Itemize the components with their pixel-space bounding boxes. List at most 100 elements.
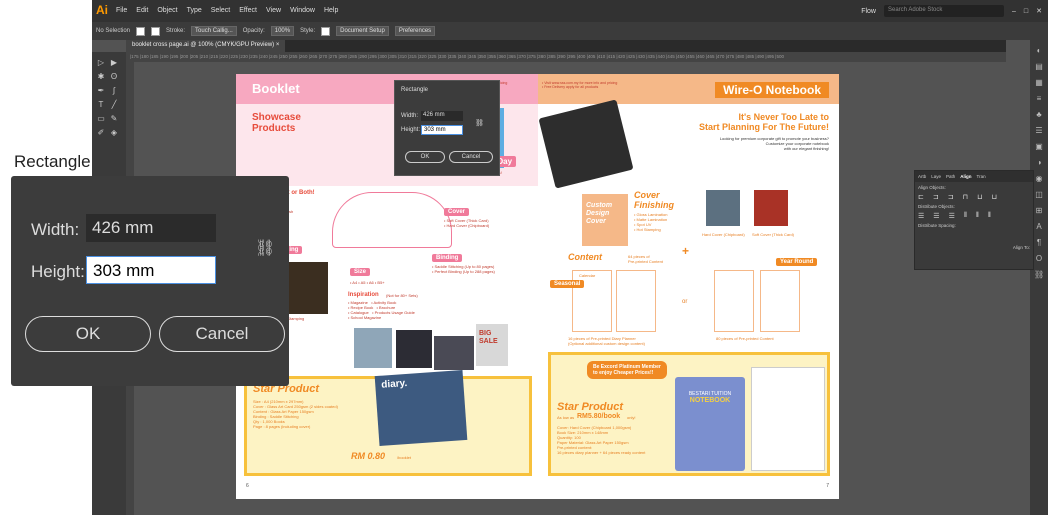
appearance-icon[interactable]: ◉ — [1034, 174, 1044, 184]
curvature-tool-icon[interactable]: ∫ — [109, 86, 119, 96]
align-left-icon[interactable]: ⊏ — [918, 193, 924, 201]
zoom-height-input[interactable]: 303 mm — [86, 256, 216, 284]
align-top-icon[interactable]: ⊓ — [963, 193, 968, 201]
document-tab[interactable]: booklet cross page.ai @ 100% (CMYK/GPU P… — [126, 40, 286, 52]
never-late-text: It's Never Too Late to — [738, 112, 830, 122]
size-label: Size — [350, 268, 371, 276]
search-stock-input[interactable]: Search Adobe Stock — [883, 5, 1004, 17]
left-star-spec: Size : A4 (210mm x 297mm) Cover : Glass … — [253, 399, 338, 429]
menubar-right: Flow Search Adobe Stock – □ ✕ — [861, 5, 1042, 17]
selection-status: No Selection — [96, 28, 131, 34]
artboards-icon[interactable]: ⊞ — [1034, 206, 1044, 216]
magic-wand-icon[interactable]: ✱ — [96, 72, 106, 82]
dist-left-icon[interactable]: ⫴ — [964, 212, 967, 220]
type-tool-icon[interactable]: T — [96, 100, 106, 110]
align-vcenter-icon[interactable]: ⊔ — [977, 193, 982, 201]
small-height-input[interactable]: 303 mm — [421, 125, 463, 135]
menu-select[interactable]: Select — [211, 7, 230, 14]
showcase-text: Showcase Products — [252, 112, 301, 134]
pen-tool-icon[interactable]: ✒ — [96, 86, 106, 96]
libraries-icon[interactable]: ▤ — [1034, 62, 1044, 72]
lasso-icon[interactable]: ʘ — [109, 72, 119, 82]
dist-hcenter-icon[interactable]: ⫴ — [976, 212, 979, 220]
small-ok-button[interactable]: OK — [405, 151, 445, 163]
brushes-icon[interactable]: ≡ — [1034, 94, 1044, 104]
tab-transform[interactable]: Tran — [977, 174, 986, 179]
dist-bottom-icon[interactable]: ☰ — [949, 212, 955, 220]
tab-layers[interactable]: Laye — [931, 174, 941, 179]
selection-tool-icon[interactable]: ▷ — [96, 58, 106, 68]
diary-mockup: diary. — [374, 370, 468, 446]
line-tool-icon[interactable]: ╱ — [109, 100, 119, 110]
menu-file[interactable]: File — [116, 7, 127, 14]
menu-window[interactable]: Window — [290, 7, 315, 14]
or-text: or — [682, 299, 688, 305]
constrain-proportions-icon[interactable]: ⛓ — [255, 238, 275, 258]
align-panel: Artb Laye Path Align Tran Align Objects:… — [914, 170, 1034, 270]
style-swatch[interactable] — [321, 26, 331, 36]
tab-artboards[interactable]: Artb — [918, 174, 926, 179]
align-right-icon[interactable]: ⊐ — [948, 193, 954, 201]
align-hcenter-icon[interactable]: ⊐ — [933, 193, 939, 201]
opentype-icon[interactable]: O — [1034, 254, 1044, 264]
align-objects-buttons: ⊏ ⊐ ⊐ ⊓ ⊔ ⊔ — [918, 193, 1030, 201]
paintbrush-tool-icon[interactable]: ✎ — [109, 114, 119, 124]
brush-select[interactable]: Touch Callig... — [191, 26, 237, 36]
big-sale-photo: BIG SALE — [476, 324, 508, 366]
links-icon[interactable]: ⛓ — [1034, 270, 1044, 280]
shaper-tool-icon[interactable]: ✐ — [96, 128, 106, 138]
artboard-spread[interactable]: Booklet • Visit www.sss.com.my for more … — [236, 74, 839, 499]
swatches-icon[interactable]: ▦ — [1034, 78, 1044, 88]
opacity-input[interactable]: 100% — [270, 26, 295, 36]
tab-pathfinder[interactable]: Path — [946, 174, 955, 179]
menu-edit[interactable]: Edit — [136, 7, 148, 14]
paragraph-icon[interactable]: ¶ — [1034, 238, 1044, 248]
diary-word: diary. — [380, 377, 408, 391]
preferences-button[interactable]: Preferences — [394, 26, 436, 36]
document-setup-button[interactable]: Document Setup — [336, 26, 389, 36]
stroke-label: Stroke: — [166, 28, 186, 34]
big-sale-text: BIG SALE — [479, 330, 498, 345]
dist-top-icon[interactable]: ☰ — [918, 212, 924, 220]
left-price-unit: /booklet — [397, 455, 412, 460]
right-price: RM5.80/book — [577, 413, 621, 420]
left-title: Booklet — [252, 81, 300, 96]
menu-object[interactable]: Object — [157, 7, 177, 14]
custom-design-text: Custom Design Cover — [586, 202, 613, 225]
gradient-icon[interactable]: ▣ — [1034, 142, 1044, 152]
small-width-input[interactable]: 426 mm — [421, 111, 463, 121]
fill-swatch[interactable] — [136, 26, 146, 36]
menu-help[interactable]: Help — [324, 7, 338, 14]
layers-icon[interactable]: ◫ — [1034, 190, 1044, 200]
menu-effect[interactable]: Effect — [239, 7, 257, 14]
small-constrain-link-icon[interactable]: ⛓ — [475, 119, 484, 127]
distribute-objects-label: Distribute Objects: — [918, 204, 955, 209]
transparency-icon[interactable]: ◑ — [1034, 158, 1044, 168]
workspace-switcher[interactable]: Flow — [861, 8, 876, 15]
stroke-icon[interactable]: ☰ — [1034, 126, 1044, 136]
tab-close-icon[interactable]: × — [276, 42, 280, 48]
character-icon[interactable]: A — [1034, 222, 1044, 232]
rectangle-tool-icon[interactable]: ▭ — [96, 114, 106, 124]
zoom-ok-button[interactable]: OK — [25, 316, 151, 352]
zoom-width-label: Width: — [31, 220, 80, 239]
stroke-swatch[interactable] — [151, 26, 161, 36]
properties-icon[interactable]: ◐ — [1034, 46, 1044, 56]
small-cancel-button[interactable]: Cancel — [449, 151, 493, 163]
minimize-icon[interactable]: – — [1012, 8, 1016, 15]
maximize-icon[interactable]: □ — [1024, 8, 1028, 15]
menu-type[interactable]: Type — [187, 7, 202, 14]
member-bubble: Be Excord Platinum Member to enjoy Cheap… — [587, 361, 667, 379]
align-bottom-icon[interactable]: ⊔ — [992, 193, 997, 201]
symbols-icon[interactable]: ♣ — [1034, 110, 1044, 120]
zoom-cancel-button[interactable]: Cancel — [159, 316, 285, 352]
zoom-width-input[interactable]: 426 mm — [86, 214, 216, 242]
close-icon[interactable]: ✕ — [1036, 7, 1042, 15]
direct-selection-tool-icon[interactable]: ▶ — [109, 58, 119, 68]
align-panel-tabs: Artb Laye Path Align Tran — [915, 171, 1033, 182]
tab-align[interactable]: Align — [960, 174, 971, 179]
dist-right-icon[interactable]: ⫴ — [988, 212, 991, 220]
dist-vcenter-icon[interactable]: ☰ — [933, 212, 939, 220]
eraser-tool-icon[interactable]: ◈ — [109, 128, 119, 138]
menu-view[interactable]: View — [266, 7, 281, 14]
